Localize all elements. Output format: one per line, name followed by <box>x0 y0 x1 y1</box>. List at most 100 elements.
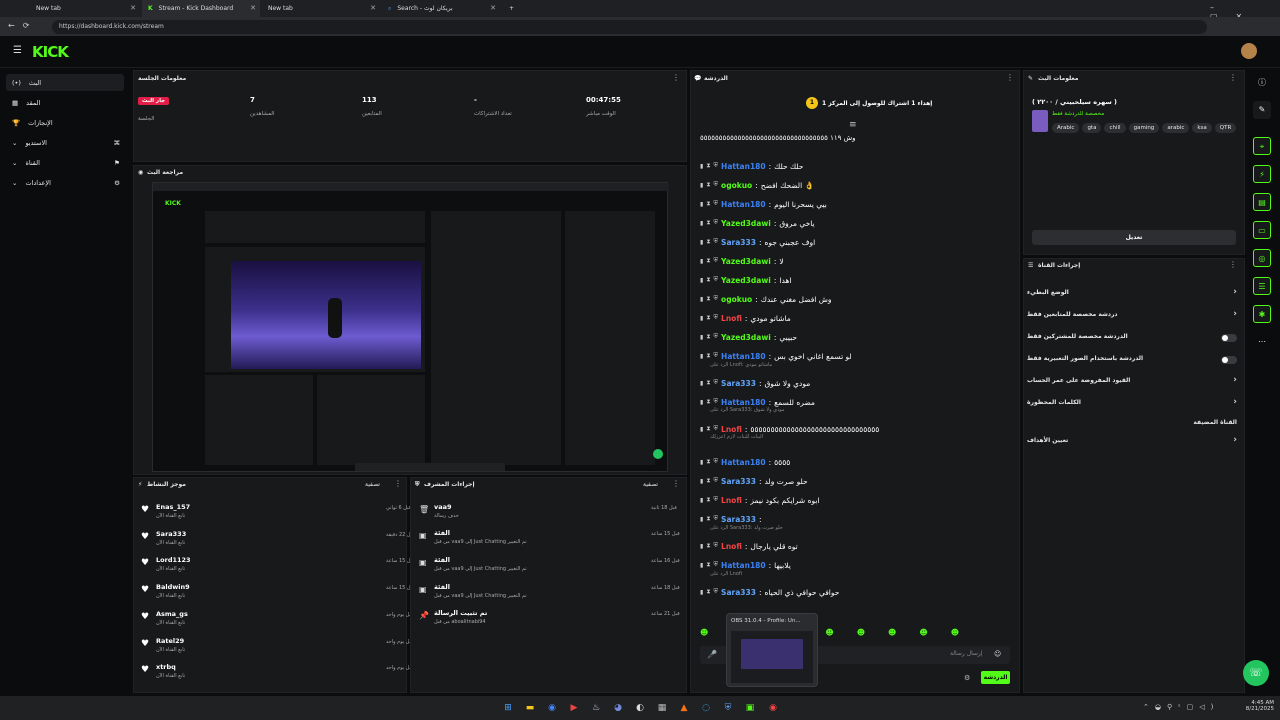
emoji-icon[interactable]: ☺ <box>994 650 1001 658</box>
tab-new-2[interactable]: New tab ✕ <box>262 0 380 17</box>
mod-action-item[interactable]: 📌 تم تثبيت الرسالة من قبل aboalitnabi94 قبل… <box>415 609 685 640</box>
sidebar-item-settings[interactable]: ⌄ الإعدادات ⚙ <box>6 174 124 191</box>
list-icon[interactable]: ☰ <box>1253 277 1271 295</box>
chat-username[interactable]: Yazed3dawi <box>721 257 771 266</box>
chat-username[interactable]: Lnofi <box>721 542 742 551</box>
close-icon[interactable]: ✕ <box>490 4 496 12</box>
chat-message[interactable]: ▮ ⧗ ⛨ Sara333: مودي ولا شوق <box>700 375 810 391</box>
info-icon[interactable]: ⓘ <box>1253 74 1271 92</box>
hamburger-menu-icon[interactable]: ☰ <box>13 45 22 56</box>
activity-item[interactable]: ♥Baldwin9تابع القناة الآنقبل 15 ساعة <box>138 583 415 610</box>
avatar[interactable] <box>1241 43 1257 59</box>
activity-item[interactable]: ♥ xtrbq تابع القناة الآن قبل يوم واحد <box>138 663 413 690</box>
nav-buttons[interactable]: ←⟳ <box>8 21 37 30</box>
sidebar-item-studio[interactable]: ⌄ الاستديو ⌘ <box>6 134 124 151</box>
activity-item[interactable]: ♥ Enas_157 تابع القناة الآن قبل 6 ثواني <box>138 503 411 530</box>
activity-item[interactable]: ♥Lord1123تابع القناة الآنقبل 15 ساعة <box>138 556 415 583</box>
channel-action-item[interactable]: تعيين الأهداف › <box>1027 435 1237 451</box>
chat-message[interactable]: ▮ ⧗ ⛨ Lnofi: ابوه شرايكم بكود نيمز <box>700 492 820 508</box>
tab-new-1[interactable]: New tab ✕ <box>30 0 140 17</box>
chat-message[interactable]: ▮ ⧗ ⛨ Sara333: اوف عجبني جوه <box>700 234 815 250</box>
chat-username[interactable]: Hattan180 <box>721 458 766 467</box>
chat-message[interactable]: ▮ ⧗ ⛨ Lnofi: توه قلي يارجال <box>700 538 798 554</box>
activity-item[interactable]: ♥Sara333تابع القناة الآنقبل 22 دقيقة <box>138 530 415 557</box>
sidebar-item-stream[interactable]: (•) البث <box>6 74 124 91</box>
chevron-right-icon[interactable]: › <box>1233 375 1237 385</box>
chat-message[interactable]: ▮ ⧗ ⛨ Yazed3dawi: حبيبي <box>700 329 797 345</box>
stream-category[interactable]: مخصصة للدردشة فقط <box>1052 111 1104 117</box>
toggle-switch[interactable] <box>1221 356 1237 364</box>
chevron-right-icon[interactable]: › <box>1233 287 1237 297</box>
more-options-icon[interactable]: ⋮ <box>1229 73 1237 82</box>
chat-message[interactable]: ▮ ⧗ ⛨ Yazed3dawi: اهدا <box>700 272 791 288</box>
chat-username[interactable]: Sara333 <box>721 588 756 597</box>
obs-taskbar-preview[interactable]: OBS 31.0.4 - Profile: Un... <box>726 613 818 687</box>
channel-action-item[interactable]: الدردشة مخصصة للمشتركين فقط <box>1027 331 1237 347</box>
close-icon[interactable]: ✕ <box>370 4 376 12</box>
chat-username[interactable]: Hattan180 <box>721 398 766 407</box>
chat-username[interactable]: Lnofi <box>721 496 742 505</box>
edit-stream-button[interactable]: تعديل <box>1032 230 1236 245</box>
kick-app-icon[interactable]: ▣ <box>743 701 757 715</box>
filter-button[interactable]: تصفية <box>365 481 380 488</box>
close-icon[interactable]: ✕ <box>250 4 256 12</box>
chat-username[interactable]: Yazed3dawi <box>721 333 771 342</box>
chat-username[interactable]: ogokuo <box>721 181 752 190</box>
system-tray[interactable]: ⌃◒⚲ᵋ▢◁) <box>1143 703 1219 711</box>
chat-username[interactable]: Yazed3dawi <box>721 276 771 285</box>
more-options-icon[interactable]: ⋮ <box>394 479 402 488</box>
microphone-icon[interactable]: 🎤 <box>707 650 717 659</box>
activity-item[interactable]: ♥ Ratel29 تابع القناة الآن قبل يوم واحد <box>138 637 413 664</box>
tab-kick-dashboard[interactable]: K Stream - Kick Dashboard ✕ <box>142 0 260 17</box>
chat-message[interactable]: ▮ ⧗ ⛨ ogokuo: الضحك افضح 👌 <box>700 177 814 193</box>
pencil-icon[interactable]: ✎ <box>1253 101 1271 119</box>
more-options-icon[interactable]: ⋮ <box>672 479 680 488</box>
chat-username[interactable]: Yazed3dawi <box>721 219 771 228</box>
lightning-icon[interactable]: ⚡ <box>1253 165 1271 183</box>
chrome-icon[interactable]: ◉ <box>545 701 559 715</box>
chat-username[interactable]: Lnofi <box>721 314 742 323</box>
chat-username[interactable]: Sara333 <box>721 477 756 486</box>
toggle-switch[interactable] <box>1221 334 1237 342</box>
chat-message[interactable]: ▮ ⧗ ⛨ Sara333: حلو صرت ولد <box>700 473 808 489</box>
chat-username[interactable]: Hattan180 <box>721 561 766 570</box>
chat-message[interactable]: ▮ ⧗ ⛨ Hattan180: حلك حلك <box>700 158 803 174</box>
share-icon[interactable]: ⋯ <box>1253 333 1271 351</box>
chat-username[interactable]: Sara333 <box>721 379 756 388</box>
clock[interactable]: 4:45 AM 8/21/2025 <box>1244 700 1274 712</box>
chat-message[interactable]: ▮ ⧗ ⛨ Yazed3dawi: لا <box>700 253 784 269</box>
gear-icon[interactable]: ⚙ <box>964 674 970 682</box>
chat-message[interactable]: ▮ ⧗ ⛨ Lnofi: ماشاتو مودي <box>700 310 791 326</box>
channel-action-item[interactable]: الكلمات المحظورة › <box>1027 397 1237 413</box>
obs-icon[interactable]: ◐ <box>633 701 647 715</box>
url-input[interactable]: https://dashboard.kick.com/stream <box>52 20 1207 34</box>
discord-icon[interactable]: ◕ <box>611 701 625 715</box>
support-chat-icon[interactable]: ☏ <box>1243 660 1269 686</box>
chat-username[interactable]: Sara333 <box>721 238 756 247</box>
close-icon[interactable]: ✕ <box>130 4 136 12</box>
chat-username[interactable]: Hattan180 <box>721 200 766 209</box>
chat-username[interactable]: Lnofi <box>721 425 742 434</box>
more-options-icon[interactable]: ⋮ <box>1229 260 1237 269</box>
chevron-right-icon[interactable]: › <box>1233 309 1237 319</box>
chat-username[interactable]: ogokuo <box>721 295 752 304</box>
broadcast-icon[interactable]: ◎ <box>1253 249 1271 267</box>
file-explorer-icon[interactable]: ▬ <box>523 701 537 715</box>
sidebar-item-content[interactable]: ▦ المقد <box>6 94 124 111</box>
filter-lines-icon[interactable]: ≡ <box>849 120 857 130</box>
app-icon[interactable]: ▦ <box>655 701 669 715</box>
steam-icon[interactable]: ♨ <box>589 701 603 715</box>
more-options-icon[interactable]: ⋮ <box>672 73 680 82</box>
chat-message[interactable]: ▮ ⧗ ⛨ Sara333: حوافي حوافي ذي الحياه <box>700 584 839 600</box>
obs-active-icon[interactable]: ◉ <box>766 701 780 715</box>
chat-username[interactable]: Sara333 <box>721 515 756 524</box>
channel-action-item[interactable]: الوضع البطيء › <box>1027 287 1237 303</box>
kick-logo[interactable]: KICK <box>32 43 69 61</box>
channel-action-item[interactable]: الدردشة باستخدام الصور التعبيرية فقط <box>1027 353 1237 369</box>
windows-start-icon[interactable]: ⊞ <box>501 701 515 715</box>
chat-message[interactable]: ▮ ⧗ ⛨ Hattan180:٥٥٥٥ <box>700 454 790 470</box>
crosshair-icon[interactable]: ⌖ <box>1253 137 1271 155</box>
more-options-icon[interactable]: ⋮ <box>1006 73 1014 82</box>
chat-icon[interactable]: ▭ <box>1253 221 1271 239</box>
chevron-right-icon[interactable]: › <box>1233 397 1237 407</box>
